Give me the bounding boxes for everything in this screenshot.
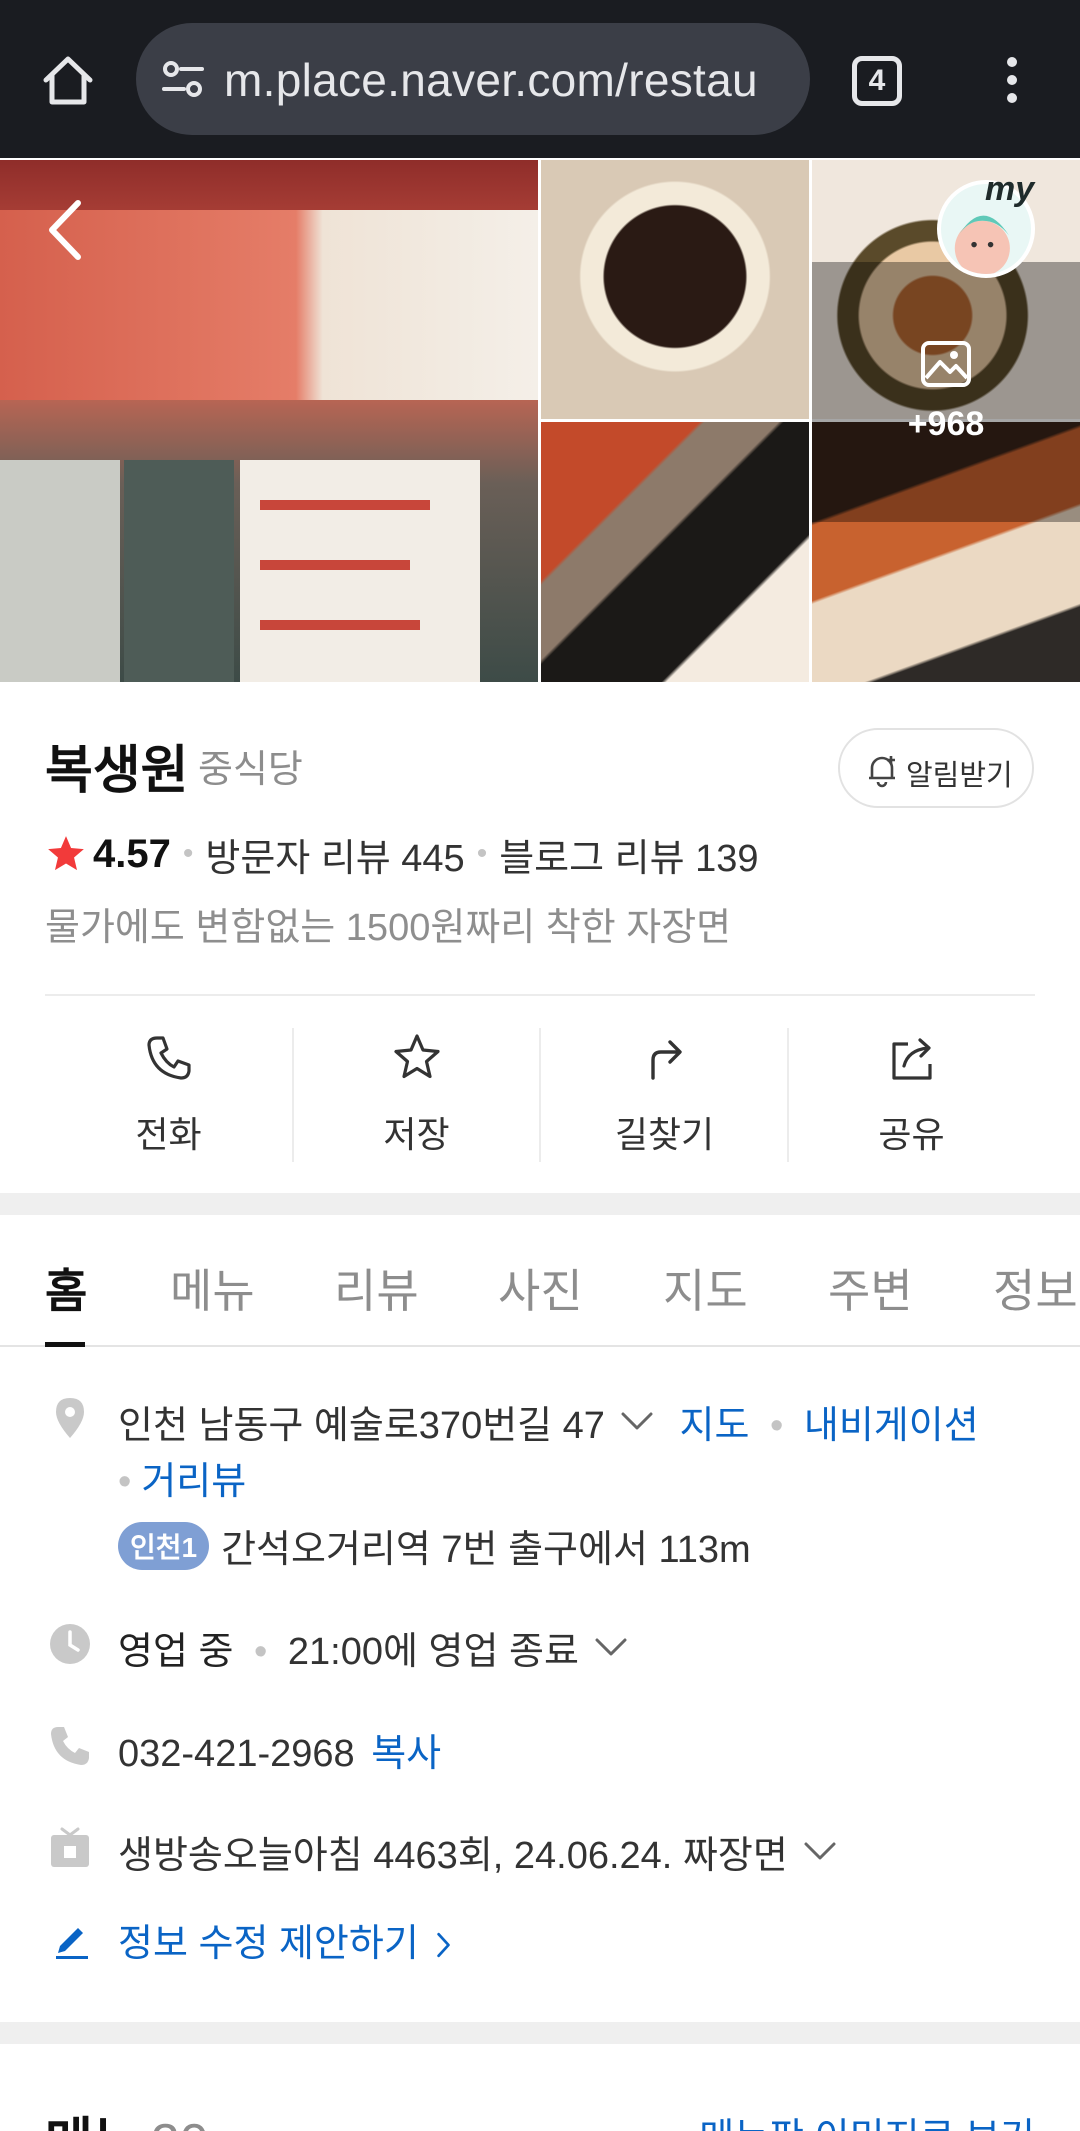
separator-dot: • (182, 837, 194, 870)
section-gap (0, 2022, 1080, 2044)
action-label: 전화 (135, 1114, 202, 1155)
pencil-icon (56, 1928, 88, 1959)
divider (45, 994, 1035, 996)
active-tab-indicator (45, 1342, 85, 1347)
subway-row: 인천1 간석오거리역 7번 출구에서 113m (118, 1518, 751, 1573)
home-icon[interactable] (38, 50, 98, 110)
action-label: 공유 (878, 1114, 945, 1155)
place-name: 복생원 (45, 742, 189, 800)
tab-menu[interactable]: 메뉴 (170, 1255, 255, 1321)
address-text[interactable]: 인천 남동구 예술로370번길 47 (118, 1405, 605, 1447)
tab-nearby[interactable]: 주변 (828, 1255, 913, 1321)
open-status: 영업 중 (118, 1631, 234, 1673)
site-settings-icon[interactable] (160, 59, 206, 99)
board-line (260, 620, 420, 630)
street-view-row: • 거리뷰 (118, 1450, 246, 1505)
navigation-link[interactable]: 내비게이션 (804, 1405, 979, 1447)
tab-photos[interactable]: 사진 (498, 1255, 583, 1321)
address-row: 인천 남동구 예술로370번길 47 지도 • 내비게이션 (118, 1394, 979, 1449)
street-view-link[interactable]: 거리뷰 (141, 1461, 246, 1503)
separator-dot: • (118, 1461, 132, 1503)
tv-info-text: 생방송오늘아침 4463회, 24.06.24. 짜장면 (118, 1835, 788, 1877)
subway-line-badge: 인천1 (118, 1522, 210, 1570)
place-category: 중식당 (198, 749, 303, 791)
copy-phone-button[interactable]: 복사 (371, 1733, 441, 1775)
storefront-window (124, 460, 234, 682)
board-line (260, 500, 430, 510)
photo-thumbnail[interactable] (541, 160, 809, 419)
back-arrow-icon[interactable] (40, 195, 90, 265)
star-outline-icon (394, 1034, 440, 1079)
tab-reviews[interactable]: 리뷰 (334, 1255, 419, 1321)
location-pin-icon (56, 1398, 84, 1438)
photo-thumbnail[interactable] (541, 422, 809, 682)
menu-board-link[interactable]: 메뉴판 이미지로 보기 (699, 2106, 1035, 2131)
tv-info-row[interactable]: 생방송오늘아침 4463회, 24.06.24. 짜장면 (118, 1824, 838, 1879)
notify-label: 알림받기 (906, 760, 1013, 792)
phone-number[interactable]: 032-421-2968 (118, 1733, 355, 1775)
tab-switcher-button[interactable]: 4 (852, 56, 902, 106)
board-line (260, 560, 410, 570)
more-photos-count: +968 (907, 405, 985, 443)
phone-icon (51, 1727, 89, 1765)
closing-time: 21:00에 영업 종료 (287, 1631, 579, 1673)
action-label: 길찾기 (614, 1114, 715, 1155)
phone-row: 032-421-2968 복사 (118, 1722, 441, 1777)
map-link[interactable]: 지도 (680, 1405, 750, 1447)
chevron-down-icon[interactable] (619, 1410, 655, 1432)
tab-map[interactable]: 지도 (663, 1255, 748, 1321)
separator-dot: • (254, 1631, 268, 1673)
more-photos-button[interactable] (812, 262, 1080, 522)
image-icon (921, 341, 971, 387)
share-button[interactable]: 공유 (788, 1028, 1035, 1162)
menu-title: 메뉴 (45, 2114, 141, 2131)
bell-plus-icon (869, 756, 895, 788)
menu-count: 20 (151, 2114, 209, 2131)
phone-icon (147, 1036, 191, 1080)
browser-toolbar: m.place.naver.com/restau 4 (0, 0, 1080, 158)
directions-button[interactable]: 길찾기 (541, 1028, 788, 1162)
suggest-edit-link[interactable]: 정보 수정 제안하기 (118, 1912, 453, 1967)
save-button[interactable]: 저장 (293, 1028, 540, 1162)
url-text[interactable]: m.place.naver.com/restau (224, 53, 758, 107)
my-badge: my (985, 170, 1035, 208)
separator-dot: • (476, 837, 488, 870)
storefront-door (0, 460, 120, 682)
hours-row[interactable]: 영업 중 • 21:00에 영업 종료 (118, 1620, 629, 1675)
tv-icon (51, 1827, 89, 1867)
chevron-down-icon[interactable] (593, 1636, 629, 1658)
tab-info[interactable]: 정보 (993, 1255, 1078, 1321)
more-menu-icon[interactable] (992, 54, 1032, 106)
section-gap (0, 1193, 1080, 1215)
chevron-down-icon[interactable] (802, 1840, 838, 1862)
storefront-menu-board (240, 460, 480, 682)
subway-directions: 간석오거리역 7번 출구에서 113m (221, 1529, 751, 1571)
chevron-right-icon (437, 1932, 451, 1958)
tab-home[interactable]: 홈 (45, 1255, 87, 1321)
directions-icon (651, 1040, 682, 1080)
notify-button[interactable]: 알림받기 (838, 728, 1034, 808)
review-stats: 4.57 • 방문자 리뷰 445 • 블로그 리뷰 139 (45, 826, 759, 882)
tab-bar: 홈 메뉴 리뷰 사진 지도 주변 정보 (0, 1215, 1080, 1347)
action-bar: 전화 저장 길찾기 공유 (45, 1028, 1035, 1162)
menu-section-title: 메뉴 20 (45, 2100, 209, 2131)
blog-reviews-link[interactable]: 블로그 리뷰 139 (499, 827, 758, 882)
share-icon (892, 1038, 932, 1080)
action-label: 저장 (383, 1114, 450, 1155)
clock-icon (50, 1624, 90, 1664)
separator-dot: • (770, 1405, 784, 1447)
star-icon (48, 836, 84, 871)
call-button[interactable]: 전화 (45, 1028, 292, 1162)
suggest-edit-label: 정보 수정 제안하기 (118, 1923, 419, 1965)
place-tagline: 물가에도 변함없는 1500원짜리 착한 자장면 (45, 907, 732, 949)
rating-value: 4.57 (93, 831, 171, 876)
visitor-reviews-link[interactable]: 방문자 리뷰 445 (205, 827, 464, 882)
url-bar[interactable]: m.place.naver.com/restau (136, 23, 810, 135)
